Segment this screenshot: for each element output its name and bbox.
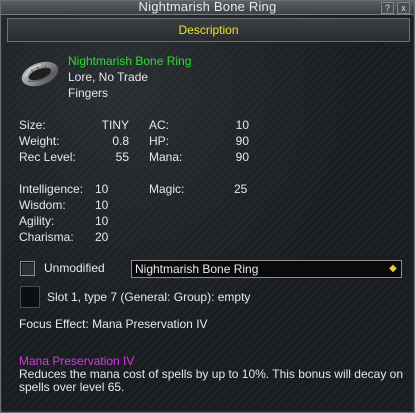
item-display-window: Nightmarish Bone Ring ? x Description Ni… <box>0 0 415 413</box>
focus-effect-text: Focus Effect: Mana Preservation IV <box>19 317 208 331</box>
title-bar[interactable]: Nightmarish Bone Ring ? x <box>1 0 414 15</box>
stat-magic-label: Magic: <box>149 182 185 196</box>
stat-charisma-value: 20 <box>95 230 109 244</box>
stat-wisdom-label: Wisdom: <box>19 198 66 212</box>
unmodified-label: Unmodified <box>44 261 105 275</box>
item-variant-selected: Nightmarish Bone Ring <box>135 262 259 276</box>
stat-intelligence-label: Intelligence: <box>19 182 84 196</box>
stat-rec-level-label: Rec Level: <box>19 150 76 164</box>
augment-slot-text: Slot 1, type 7 (General: Group): empty <box>47 290 251 304</box>
window-title: Nightmarish Bone Ring <box>138 0 277 14</box>
item-flags: Lore, No Trade <box>68 70 149 84</box>
stat-ac-label: AC: <box>149 118 170 132</box>
stat-mana-value: 90 <box>235 150 249 164</box>
stat-agility-label: Agility: <box>19 214 55 228</box>
help-button[interactable]: ? <box>381 2 394 14</box>
stat-wisdom-value: 10 <box>95 198 109 212</box>
stat-ac-value: 10 <box>235 118 249 132</box>
focus-spell-description: Reduces the mana cost of spells by up to… <box>19 367 403 394</box>
focus-spell-name: Mana Preservation IV <box>19 354 135 368</box>
stat-mana-label: Mana: <box>149 150 183 164</box>
item-variant-select[interactable]: Nightmarish Bone Ring ◆ <box>131 260 402 278</box>
stat-magic-value: 25 <box>234 182 248 196</box>
tab-description[interactable]: Description <box>7 18 410 42</box>
augment-slot-box[interactable] <box>20 286 40 308</box>
stat-agility-value: 10 <box>95 214 109 228</box>
stat-size-value: TINY <box>101 118 129 132</box>
stat-charisma-label: Charisma: <box>19 230 74 244</box>
stat-weight-value: 0.8 <box>112 134 129 148</box>
item-slot-type: Fingers <box>68 86 109 100</box>
stat-hp-label: HP: <box>149 134 170 148</box>
stat-weight-label: Weight: <box>19 134 60 148</box>
unmodified-checkbox[interactable] <box>20 261 35 276</box>
stat-size-label: Size: <box>19 118 46 132</box>
stat-intelligence-value: 10 <box>95 182 109 196</box>
item-name: Nightmarish Bone Ring <box>68 54 192 68</box>
ring-icon <box>19 57 63 89</box>
close-button[interactable]: x <box>397 2 410 14</box>
dropdown-arrow-icon[interactable]: ◆ <box>387 262 399 275</box>
stat-hp-value: 90 <box>235 134 249 148</box>
stat-rec-level-value: 55 <box>115 150 129 164</box>
